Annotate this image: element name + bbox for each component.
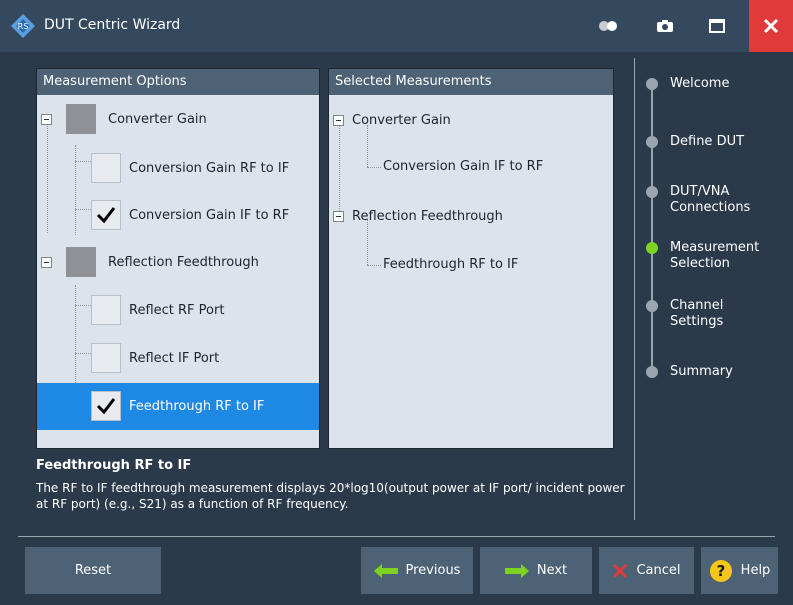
- step-channel-settings[interactable]: Channel Settings: [646, 298, 750, 330]
- tree-item-conversion-gain-rf-to-if[interactable]: Conversion Gain RF to IF: [91, 153, 289, 183]
- tree-item-label: Reflection Feedthrough: [352, 209, 503, 224]
- step-summary[interactable]: Summary: [646, 364, 733, 380]
- checkmark-icon: [96, 398, 116, 415]
- next-button-label: Next: [536, 563, 568, 578]
- step-measurement-selection[interactable]: Measurement Selection: [646, 240, 766, 272]
- selected-row[interactable]: Feedthrough RF to IF: [37, 383, 319, 430]
- tree-item-reflection-feedthrough[interactable]: Reflection Feedthrough: [41, 247, 259, 277]
- step-dot-icon: [646, 300, 658, 312]
- selected-measurements-header: Selected Measurements: [329, 69, 613, 95]
- selected-item-reflection-feedthrough[interactable]: Reflection Feedthrough: [333, 209, 503, 224]
- measurement-options-header: Measurement Options: [37, 69, 319, 95]
- steps-divider: [634, 58, 635, 520]
- cancel-button[interactable]: Cancel: [599, 547, 694, 594]
- svg-text:RS: RS: [18, 22, 29, 31]
- tristate-checkbox[interactable]: [66, 247, 96, 277]
- measurement-options-panel: Measurement Options Converter Gain Conve…: [36, 68, 320, 449]
- step-label: Channel Settings: [670, 298, 724, 329]
- active-step-dot-icon: [646, 242, 658, 254]
- step-welcome[interactable]: Welcome: [646, 76, 729, 92]
- collapse-expander-icon[interactable]: [333, 115, 344, 126]
- maximize-button[interactable]: [697, 10, 737, 42]
- checkbox-reflect-rf-port[interactable]: [91, 295, 121, 325]
- previous-button[interactable]: Previous: [361, 547, 473, 594]
- step-define-dut[interactable]: Define DUT: [646, 134, 744, 150]
- description-title: Feedthrough RF to IF: [36, 458, 192, 473]
- tree-item-label: Conversion Gain RF to IF: [129, 160, 290, 176]
- selected-item-converter-gain[interactable]: Converter Gain: [333, 113, 451, 128]
- step-dot-icon: [646, 186, 658, 198]
- collapse-expander-icon[interactable]: [41, 113, 52, 125]
- checkbox-feedthrough-rf-to-if[interactable]: [91, 391, 121, 421]
- step-label: DUT/VNA Connections: [670, 184, 751, 215]
- step-dot-icon: [646, 366, 658, 378]
- step-label: Measurement Selection: [670, 240, 760, 271]
- help-button[interactable]: ? Help: [701, 547, 778, 594]
- app-logo-icon: RS: [11, 14, 35, 38]
- bottom-separator: [18, 536, 775, 537]
- tree-item-reflect-if-port[interactable]: Reflect IF Port: [91, 343, 219, 373]
- tree-item-label: Reflection Feedthrough: [108, 254, 259, 270]
- tristate-checkbox[interactable]: [66, 104, 96, 134]
- tree-item-feedthrough-rf-to-if[interactable]: Feedthrough RF to IF: [91, 391, 264, 421]
- toggle-icon[interactable]: [592, 10, 626, 42]
- step-dut-vna-connections[interactable]: DUT/VNA Connections: [646, 184, 760, 216]
- svg-text:?: ?: [716, 562, 725, 580]
- checkbox-conversion-gain-if-to-rf[interactable]: [91, 200, 121, 230]
- tree-item-label: Converter Gain: [352, 113, 451, 128]
- selected-item-feedthrough-rf-to-if[interactable]: Feedthrough RF to IF: [383, 257, 518, 272]
- title-bar: RS DUT Centric Wizard: [0, 0, 793, 52]
- screenshot-button[interactable]: [645, 10, 685, 42]
- arrow-left-icon: [373, 563, 398, 578]
- collapse-expander-icon[interactable]: [41, 256, 52, 268]
- camera-icon: [657, 20, 673, 32]
- close-icon: [763, 18, 779, 34]
- help-icon: ?: [709, 559, 732, 582]
- tree-item-label: Conversion Gain IF to RF: [129, 207, 290, 223]
- maximize-icon: [709, 19, 725, 33]
- description-text: The RF to IF feedthrough measurement dis…: [36, 481, 625, 511]
- close-button[interactable]: [749, 0, 793, 52]
- selected-measurements-tree: Converter Gain Conversion Gain IF to RF …: [329, 95, 613, 447]
- previous-button-label: Previous: [405, 563, 461, 578]
- cancel-x-icon: [613, 563, 628, 578]
- tree-item-converter-gain[interactable]: Converter Gain: [41, 104, 207, 134]
- measurement-options-tree: Converter Gain Conversion Gain RF to IF …: [37, 95, 319, 447]
- arrow-right-icon: [504, 563, 529, 578]
- step-label: Summary: [670, 364, 733, 379]
- help-button-label: Help: [740, 563, 771, 578]
- checkbox-conversion-gain-rf-to-if[interactable]: [91, 153, 121, 183]
- step-label: Define DUT: [670, 134, 745, 149]
- step-label: Welcome: [670, 76, 730, 91]
- step-dot-icon: [646, 136, 658, 148]
- tree-item-label: Reflect IF Port: [129, 350, 220, 366]
- tree-item-label: Converter Gain: [108, 111, 207, 127]
- selected-measurements-panel: Selected Measurements Converter Gain Con…: [328, 68, 614, 449]
- next-button[interactable]: Next: [480, 547, 592, 594]
- tree-item-reflect-rf-port[interactable]: Reflect RF Port: [91, 295, 224, 325]
- cancel-button-label: Cancel: [636, 563, 681, 578]
- collapse-expander-icon[interactable]: [333, 211, 344, 222]
- tree-item-label: Conversion Gain IF to RF: [383, 159, 544, 174]
- reset-button-label: Reset: [74, 563, 112, 578]
- window-title: DUT Centric Wizard: [44, 17, 181, 33]
- checkbox-reflect-if-port[interactable]: [91, 343, 121, 373]
- tree-item-label: Reflect RF Port: [129, 302, 225, 318]
- tree-item-conversion-gain-if-to-rf[interactable]: Conversion Gain IF to RF: [91, 200, 289, 230]
- checkmark-icon: [96, 207, 116, 224]
- selected-item-conversion-gain-if-to-rf[interactable]: Conversion Gain IF to RF: [383, 159, 543, 174]
- step-dot-icon: [646, 78, 658, 90]
- tree-item-label: Feedthrough RF to IF: [383, 257, 519, 272]
- reset-button[interactable]: Reset: [25, 547, 161, 594]
- tree-item-label: Feedthrough RF to IF: [129, 398, 265, 414]
